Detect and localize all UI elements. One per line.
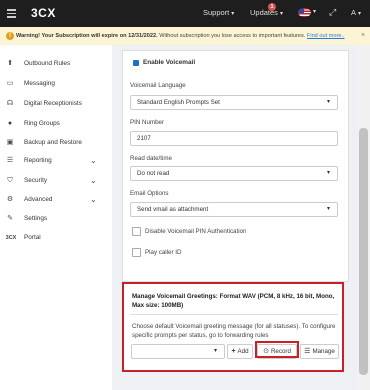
disable-pin-checkbox[interactable] — [132, 227, 141, 236]
voicemail-settings-card: Enable Voicemail Voicemail Language Stan… — [122, 50, 349, 282]
sidebar-item-digital-receptionists[interactable]: ☊ Digital Receptionists — [6, 98, 106, 110]
play-caller-id-checkbox[interactable] — [132, 248, 141, 257]
sidebar: ⬆ Outbound Rules ▭ Messaging ☊ Digital R… — [0, 45, 112, 390]
brand-logo[interactable]: 3CX — [31, 6, 56, 20]
chevron-down-icon: ▾ — [327, 170, 331, 176]
email-options-select[interactable]: Send vmail as attachment ▾ — [130, 202, 338, 217]
updates-menu[interactable]: Updates — [250, 8, 283, 17]
sidebar-item-messaging[interactable]: ▭ Messaging — [6, 78, 106, 90]
sidebar-item-security[interactable]: ⛉ Security ⌄ — [6, 175, 106, 187]
language-select[interactable]: Standard English Prompts Set ▾ — [130, 95, 338, 110]
enable-voicemail-label: Enable Voicemail — [143, 59, 196, 66]
record-highlight — [255, 341, 299, 358]
sidebar-item-label: Reporting — [24, 157, 52, 164]
chevron-down-icon: ▾ — [214, 348, 218, 354]
add-button[interactable]: + Add — [227, 344, 253, 359]
sidebar-item-ring-groups[interactable]: ● Ring Groups — [6, 118, 106, 130]
plus-icon: + — [231, 348, 236, 355]
manage-button[interactable]: ☰ Manage — [300, 344, 339, 359]
greeting-select[interactable]: ▾ — [131, 344, 225, 359]
warning-icon: ! — [6, 32, 14, 40]
find-out-more-link[interactable]: Find out more.. — [307, 33, 345, 39]
shield-icon: ⛉ — [7, 177, 13, 184]
chevron-down-icon: ⌄ — [90, 195, 97, 204]
sidebar-item-label: Digital Receptionists — [24, 100, 82, 107]
read-date-select[interactable]: Do not read ▾ — [130, 166, 338, 181]
sidebar-item-reporting[interactable]: ☰ Reporting ⌄ — [6, 155, 106, 167]
chevron-down-icon: ▾ — [327, 206, 331, 212]
language-value: Standard English Prompts Set — [137, 99, 220, 106]
arrow-up-icon: ⬆ — [7, 60, 13, 67]
add-button-label: Add — [237, 348, 249, 355]
enable-voicemail-checkbox[interactable] — [133, 60, 139, 66]
play-caller-id-label: Play caller ID — [145, 249, 182, 256]
sidebar-item-settings[interactable]: ✎ Settings — [6, 213, 106, 225]
divider — [130, 314, 338, 315]
us-flag-icon[interactable] — [298, 8, 311, 17]
email-options-label: Email Options — [130, 190, 169, 197]
sidebar-item-label: Portal — [24, 234, 41, 241]
manage-greetings-section: Manage Voicemail Greetings: Format WAV (… — [122, 282, 344, 372]
top-bar: 3CX Support Updates 1 ▾ ⤢ A — [0, 0, 370, 27]
sidebar-item-label: Outbound Rules — [24, 60, 71, 67]
pin-label: PIN Number — [130, 119, 165, 126]
warning-strong-text: Warning! Your Subscription will expire o… — [16, 33, 158, 39]
disable-pin-label: Disable Voicemail PIN Authentication — [145, 228, 247, 235]
language-label: Voicemail Language — [130, 82, 186, 89]
pin-value: 2107 — [137, 135, 151, 142]
3cx-icon: 3CX — [5, 235, 17, 241]
chevron-down-icon: ⌄ — [90, 156, 97, 165]
scrollbar-thumb[interactable] — [359, 128, 368, 375]
users-icon: ● — [7, 120, 13, 127]
close-icon[interactable]: × — [361, 27, 365, 45]
sidebar-item-outbound-rules[interactable]: ⬆ Outbound Rules — [6, 58, 106, 70]
read-date-label: Read date/time — [130, 155, 172, 162]
gear-icon: ⚙ — [6, 196, 14, 203]
warning-text: Warning! Your Subscription will expire o… — [16, 27, 345, 45]
support-menu[interactable]: Support — [203, 8, 234, 17]
fullscreen-icon[interactable]: ⤢ — [329, 7, 336, 18]
manage-button-label: Manage — [312, 348, 335, 355]
greetings-title: Manage Voicemail Greetings: Format WAV (… — [132, 293, 335, 309]
subscription-warning-banner: ! Warning! Your Subscription will expire… — [0, 27, 370, 46]
sidebar-item-advanced[interactable]: ⚙ Advanced ⌄ — [6, 194, 106, 206]
sidebar-item-label: Settings — [24, 215, 48, 222]
sidebar-item-label: Security — [24, 177, 48, 184]
sidebar-item-label: Ring Groups — [24, 120, 60, 127]
warning-body-text: Without subscription you lose access to … — [159, 33, 306, 39]
greetings-description: Choose default Voicemail greeting messag… — [132, 323, 336, 339]
chat-icon: ▭ — [6, 80, 14, 87]
list-icon: ☰ — [304, 348, 311, 355]
sidebar-item-label: Backup and Restore — [24, 139, 82, 146]
read-date-value: Do not read — [137, 170, 170, 177]
headset-icon: ☊ — [6, 100, 14, 107]
brand-logo-text: 3CX — [31, 6, 56, 20]
sidebar-item-label: Messaging — [24, 80, 55, 87]
chevron-down-icon: ▾ — [327, 99, 331, 105]
email-options-value: Send vmail as attachment — [137, 206, 209, 213]
chevron-down-icon: ⌄ — [90, 176, 97, 185]
hamburger-menu-icon[interactable] — [7, 9, 16, 18]
sidebar-item-portal[interactable]: 3CX Portal — [6, 232, 106, 244]
updates-badge: 1 — [268, 3, 276, 11]
list-icon: ☰ — [6, 157, 14, 164]
language-chevron-down-icon[interactable]: ▾ — [313, 8, 316, 15]
pin-input[interactable]: 2107 — [130, 131, 338, 146]
sidebar-item-backup-and-restore[interactable]: ▣ Backup and Restore — [6, 137, 106, 149]
sidebar-item-label: Advanced — [24, 196, 53, 203]
wrench-icon: ✎ — [7, 215, 13, 222]
backup-icon: ▣ — [6, 139, 14, 146]
user-menu[interactable]: A — [351, 8, 361, 17]
